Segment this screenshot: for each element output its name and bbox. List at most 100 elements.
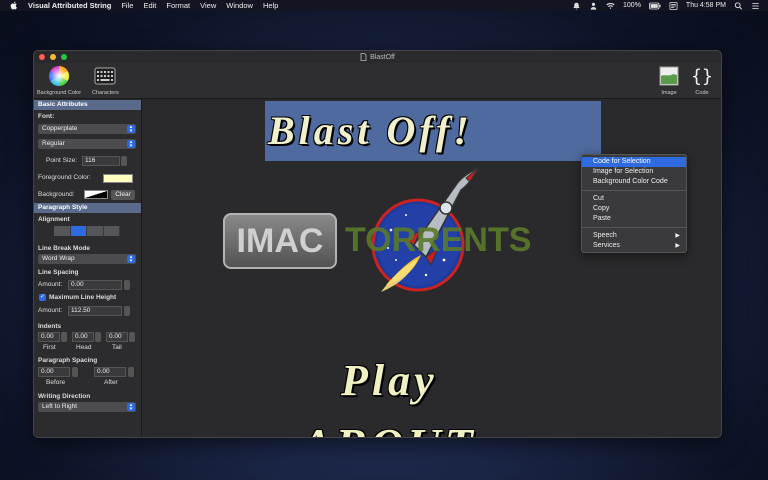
background-color-well[interactable]	[84, 190, 108, 199]
notification-bell-icon[interactable]	[572, 2, 581, 10]
characters-tool[interactable]: Characters	[92, 65, 119, 96]
indent-tail-stepper[interactable]	[129, 332, 135, 342]
characters-label: Characters	[92, 90, 119, 96]
input-menu-icon[interactable]	[669, 1, 678, 10]
spacing-before-stepper[interactable]	[72, 367, 78, 377]
basic-attributes-header[interactable]: Basic Attributes	[34, 100, 141, 110]
menu-file[interactable]: File	[121, 1, 133, 10]
menu-bar: Visual Attributed String File Edit Forma…	[0, 0, 768, 11]
menu-view[interactable]: View	[200, 1, 216, 10]
menu-help[interactable]: Help	[263, 1, 278, 10]
foreground-color-well[interactable]	[103, 174, 133, 183]
indent-first-field[interactable]: 0.00	[38, 332, 60, 342]
play-title[interactable]: Play	[341, 358, 438, 404]
menu-item-background-color-code[interactable]: Background Color Code	[582, 177, 686, 187]
menu-separator	[582, 227, 686, 228]
line-spacing-field[interactable]: 0.00	[68, 280, 122, 290]
battery-percentage: 100%	[623, 2, 641, 9]
background-color-tool[interactable]: Background Color	[37, 65, 81, 96]
align-center-button[interactable]	[70, 226, 87, 236]
font-style-popup[interactable]: Regular ▴ ▾	[38, 139, 136, 149]
chevron-updown-icon: ▴ ▾	[127, 403, 135, 412]
watermark-imac: IMAC	[223, 213, 337, 269]
line-break-mode-label: Line Break Mode	[38, 244, 91, 252]
indents-label: Indents	[38, 322, 62, 330]
indent-head-label: Head	[76, 344, 92, 351]
menu-item-cut[interactable]: Cut	[582, 194, 686, 204]
wifi-icon[interactable]	[606, 2, 615, 10]
foreground-color-label: Foreground Color:	[38, 174, 91, 181]
menu-item-services-label: Services	[593, 242, 620, 249]
background-color-label: Background Color	[37, 90, 82, 96]
menu-edit[interactable]: Edit	[143, 1, 156, 10]
svg-text:{}: {}	[691, 66, 713, 87]
image-icon	[659, 66, 679, 86]
menu-item-image-for-selection[interactable]: Image for Selection	[582, 167, 686, 177]
indent-first-label: First	[43, 344, 56, 351]
paragraph-style-header[interactable]: Paragraph Style	[34, 203, 141, 213]
font-label: Font:	[38, 113, 55, 120]
align-left-button[interactable]	[54, 226, 71, 236]
window-title: BlastOff	[370, 53, 395, 61]
point-size-label: Point Size:	[46, 157, 78, 164]
image-tool[interactable]: Image	[658, 65, 680, 96]
zoom-window-button[interactable]	[61, 54, 67, 60]
line-break-popup[interactable]: Word Wrap ▴ ▾	[38, 254, 136, 264]
search-icon[interactable]	[734, 1, 743, 10]
point-size-field[interactable]: 116	[82, 156, 120, 166]
indent-tail-field[interactable]: 0.00	[106, 332, 128, 342]
indent-head-field[interactable]: 0.00	[72, 332, 94, 342]
inspector-sidebar: Basic Attributes Font: Copperplate ▴ ▾ Re…	[34, 100, 142, 437]
apple-icon[interactable]	[10, 1, 18, 10]
code-tool[interactable]: {} Code	[691, 65, 713, 96]
alignment-segmented-control[interactable]	[54, 226, 120, 236]
control-center-icon[interactable]	[751, 2, 760, 10]
line-spacing-stepper[interactable]	[124, 280, 130, 290]
background-label: Background:	[38, 191, 75, 198]
indent-tail-label: Tail	[112, 344, 122, 351]
max-line-height-label: Maximum Line Height	[49, 294, 117, 301]
indent-first-stepper[interactable]	[61, 332, 67, 342]
toolbar: Background Color Characters Image {} Cod…	[34, 63, 721, 99]
minimize-window-button[interactable]	[50, 54, 56, 60]
indent-head-stepper[interactable]	[95, 332, 101, 342]
max-line-height-checkbox[interactable]: ✓	[39, 294, 46, 301]
keyboard-icon	[94, 67, 116, 85]
menu-item-speech[interactable]: Speech ▶	[582, 231, 686, 241]
align-right-button[interactable]	[87, 226, 104, 236]
menu-item-copy[interactable]: Copy	[582, 204, 686, 214]
menu-format[interactable]: Format	[166, 1, 190, 10]
menu-separator	[582, 190, 686, 191]
menu-item-paste[interactable]: Paste	[582, 214, 686, 224]
max-line-height-amount-label: Amount:	[38, 307, 63, 314]
menu-window[interactable]: Window	[226, 1, 253, 10]
align-justify-button[interactable]	[103, 226, 120, 236]
line-spacing-amount-label: Amount:	[38, 281, 63, 288]
menu-item-services[interactable]: Services ▶	[582, 241, 686, 251]
about-title[interactable]: ABOUT	[301, 420, 477, 438]
title-bar[interactable]: BlastOff	[34, 51, 721, 63]
clear-background-button[interactable]: Clear	[111, 190, 135, 200]
blast-off-title[interactable]: Blast Off!	[268, 100, 620, 162]
spacing-after-stepper[interactable]	[128, 367, 134, 377]
spacing-before-field[interactable]: 0.00	[38, 367, 70, 377]
menu-item-code-for-selection[interactable]: Code for Selection	[582, 157, 686, 167]
writing-direction-value: Left to Right	[42, 403, 78, 410]
preview-canvas[interactable]: Blast Off! IMAC TORRENTS Play ABOUT	[143, 100, 721, 438]
menubar-clock[interactable]: Thu 4:58 PM	[686, 2, 726, 9]
person-icon[interactable]	[589, 2, 598, 10]
context-menu: Code for Selection Image for Selection B…	[581, 154, 687, 253]
max-line-height-field[interactable]: 112.50	[68, 306, 122, 316]
spacing-before-label: Before	[46, 379, 66, 386]
spacing-after-field[interactable]: 0.00	[94, 367, 126, 377]
spacing-after-label: After	[104, 379, 118, 386]
point-size-stepper[interactable]	[121, 156, 127, 166]
close-window-button[interactable]	[39, 54, 45, 60]
app-name-menu[interactable]: Visual Attributed String	[28, 1, 111, 10]
paragraph-spacing-label: Paragraph Spacing	[38, 356, 98, 364]
font-family-popup[interactable]: Copperplate ▴ ▾	[38, 124, 136, 134]
menu-item-speech-label: Speech	[593, 232, 617, 239]
max-line-height-stepper[interactable]	[124, 306, 130, 316]
writing-direction-popup[interactable]: Left to Right ▴ ▾	[38, 402, 136, 412]
battery-icon[interactable]	[648, 2, 661, 10]
